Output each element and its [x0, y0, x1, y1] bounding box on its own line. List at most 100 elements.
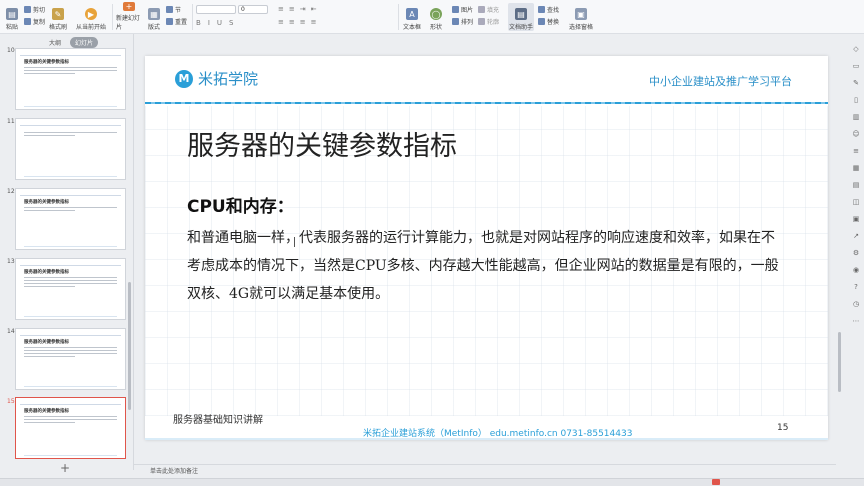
font-size-select[interactable]: 0	[238, 5, 268, 14]
paragraph-row[interactable]: ≡ ≡ ⇥ ⇤	[278, 5, 320, 13]
reset-button[interactable]: 重置	[166, 17, 187, 26]
add-slide-button[interactable]: +	[60, 461, 70, 475]
slide-canvas[interactable]: M 米拓学院 中小企业建站及推广学习平台 服务器的关键参数指标 CPU和内存： …	[145, 56, 828, 440]
play-from-current-button[interactable]: ▶ 从当前开始	[76, 3, 106, 31]
italic-icon[interactable]: I	[208, 19, 215, 27]
copy-button[interactable]: 复制	[24, 17, 45, 26]
panel-tabs: 大纲 幻灯片	[44, 37, 99, 48]
layout-icon: ▦	[148, 8, 160, 20]
header-divider	[145, 102, 828, 104]
settings-icon[interactable]: ⚙	[852, 248, 861, 257]
collapse-icon[interactable]: ▭	[852, 61, 861, 70]
select-pane-button[interactable]: ▣ 选择窗格	[568, 3, 594, 31]
thumb-title: 服务器的关键参数指标	[24, 270, 69, 275]
table-icon[interactable]: ▤	[852, 180, 861, 189]
shape-button[interactable]: ◯ 形状	[428, 3, 444, 31]
slide-title[interactable]: 服务器的关键参数指标	[187, 124, 457, 163]
slide-thumbnail-11[interactable]	[15, 118, 126, 180]
cut-button[interactable]: 剪切	[24, 5, 45, 14]
brush-icon[interactable]: ✎	[852, 78, 861, 87]
text-tools-button[interactable]: ▤ 文档助手	[508, 3, 534, 31]
slide-thumbnail-13[interactable]: 服务器的关键参数指标	[15, 258, 126, 320]
slide-subtitle[interactable]: CPU和内存：	[187, 192, 294, 217]
more-icon[interactable]: ⋯	[852, 316, 861, 325]
list-icon[interactable]: ≡	[278, 5, 287, 13]
document-icon: ▤	[515, 8, 527, 20]
align-left-icon[interactable]: ≡	[278, 18, 287, 26]
justify-icon[interactable]: ≡	[311, 18, 320, 26]
picture-button[interactable]: 图片	[452, 5, 473, 14]
notes-pane[interactable]	[134, 464, 836, 476]
textbox-button[interactable]: A 文本框	[402, 3, 422, 31]
canvas-scrollbar-thumb[interactable]	[838, 332, 841, 392]
numbered-list-icon[interactable]: ≡	[289, 5, 298, 13]
replace-button[interactable]: 替换	[538, 17, 559, 26]
slide-page-number: 15	[777, 423, 789, 433]
thumbnail-scrollbar[interactable]	[128, 282, 131, 410]
reset-icon	[166, 18, 173, 25]
strike-icon[interactable]: S	[229, 19, 238, 27]
clipboard-icon: ▤	[6, 8, 18, 20]
thumb-title: 服务器的关键参数指标	[24, 200, 69, 205]
logo-text: 米拓学院	[198, 70, 259, 88]
tab-outline[interactable]: 大纲	[44, 37, 66, 48]
fill-button[interactable]: 填充	[478, 5, 499, 14]
slide-thumbnail-10[interactable]: 服务器的关键参数指标	[15, 48, 126, 110]
textbox-icon: A	[406, 8, 418, 20]
find-button[interactable]: 查找	[538, 5, 559, 14]
indent-icon[interactable]: ⇥	[300, 5, 309, 13]
text-format-row[interactable]: BIUS	[196, 19, 238, 27]
location-icon[interactable]: ◉	[852, 265, 861, 274]
slide-thumbnail-12[interactable]: 服务器的关键参数指标	[15, 188, 126, 250]
slide-number: 10	[7, 47, 15, 54]
slide-body-text[interactable]: 和普通电脑一样，代表服务器的运行计算能力，也就是对网站程序的响应速度和效率，如果…	[187, 224, 787, 308]
play-icon: ▶	[85, 8, 97, 20]
notes-placeholder[interactable]: 单击此处添加备注	[150, 466, 198, 475]
share-icon[interactable]: ↗	[852, 231, 861, 240]
outline-button[interactable]: 轮廓	[478, 17, 499, 26]
logo-mark-icon: M	[175, 69, 193, 88]
shape-icon: ◯	[430, 8, 442, 20]
users-icon[interactable]: ☺	[852, 129, 861, 138]
underline-icon[interactable]: U	[217, 19, 227, 27]
image-icon[interactable]: ▣	[852, 214, 861, 223]
font-name-select[interactable]	[196, 5, 236, 14]
bookmark-icon[interactable]: ▯	[852, 95, 861, 104]
slide-number: 15	[7, 398, 15, 405]
paste-button[interactable]: ▤ 粘贴	[4, 3, 20, 31]
slide-thumbnail-panel: 大纲 幻灯片 10 服务器的关键参数指标 11 12 服务器的关键参数指标 13…	[0, 34, 134, 475]
help-icon[interactable]: ?	[852, 282, 861, 291]
bold-icon[interactable]: B	[196, 19, 206, 27]
picture-icon	[452, 6, 459, 13]
align-row[interactable]: ≡ ≡ ≡ ≡	[278, 18, 320, 26]
search-icon	[538, 6, 545, 13]
layers-icon[interactable]: ◫	[852, 197, 861, 206]
scissors-icon	[24, 6, 31, 13]
arrange-icon	[452, 18, 459, 25]
canvas-scrollbar[interactable]	[836, 40, 842, 470]
status-bar	[0, 478, 864, 486]
grid-icon[interactable]: ▦	[852, 163, 861, 172]
new-slide-button[interactable]: + 新建幻灯片	[116, 2, 142, 31]
zoom-indicator[interactable]	[712, 479, 720, 485]
layout-button[interactable]: ▦ 版式	[146, 3, 162, 31]
tab-slides[interactable]: 幻灯片	[70, 37, 99, 48]
clock-icon[interactable]: ◷	[852, 299, 861, 308]
text-cursor	[294, 237, 295, 247]
thumb-title: 服务器的关键参数指标	[24, 60, 69, 65]
arrange-button[interactable]: 排列	[452, 17, 473, 26]
thumb-title: 服务器的关键参数指标	[24, 340, 69, 345]
slide-thumbnail-15[interactable]: 服务器的关键参数指标	[15, 397, 126, 459]
thumb-title: 服务器的关键参数指标	[24, 409, 69, 414]
format-painter-button[interactable]: ✎ 格式刷	[48, 3, 68, 31]
align-center-icon[interactable]: ≡	[289, 18, 298, 26]
expand-icon[interactable]: ◇	[852, 44, 861, 53]
align-right-icon[interactable]: ≡	[300, 18, 309, 26]
list-icon[interactable]: ≡	[852, 146, 861, 155]
section-button[interactable]: 节	[166, 5, 181, 14]
slide-thumbnail-14[interactable]: 服务器的关键参数指标	[15, 328, 126, 390]
section-icon	[166, 6, 173, 13]
slide-number: 12	[7, 188, 15, 195]
outdent-icon[interactable]: ⇤	[311, 5, 320, 13]
chart-icon[interactable]: ▥	[852, 112, 861, 121]
